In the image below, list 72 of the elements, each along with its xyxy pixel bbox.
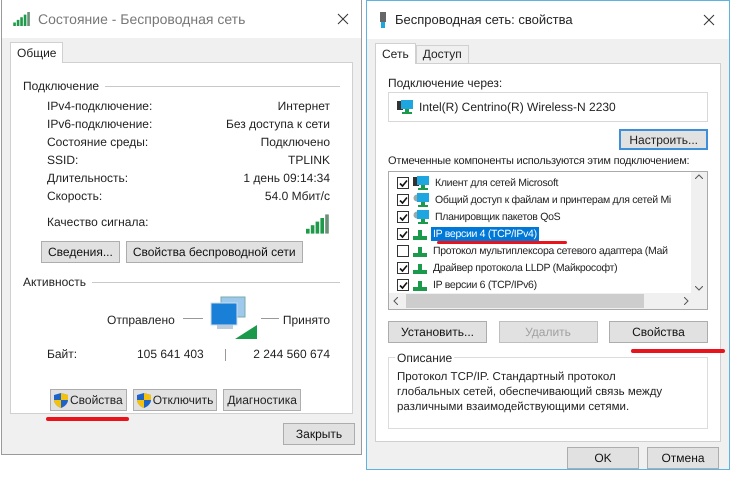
checkbox[interactable] <box>397 211 409 224</box>
field-value: TPLINK <box>288 152 330 169</box>
scroll-thumb[interactable] <box>406 294 644 308</box>
list-item[interactable]: Клиент для сетей Microsoft <box>433 176 560 190</box>
field-label: Состояние среды: <box>47 134 148 151</box>
network-icon <box>413 228 427 240</box>
tab[interactable]: Доступ <box>416 44 469 63</box>
button[interactable]: Свойства <box>50 389 127 411</box>
list-item[interactable]: Общий доступ к файлам и принтерам для сетей Mi <box>433 193 673 208</box>
close-icon[interactable] <box>703 14 715 26</box>
cancel-button[interactable]: Отмена <box>647 447 719 469</box>
button[interactable]: Отключить <box>132 389 218 411</box>
list-item[interactable]: Планировщик пакетов QoS <box>433 210 562 224</box>
field-label: Качество сигнала: <box>47 214 148 231</box>
field-value: Интернет <box>278 98 330 115</box>
field-value: 54.0 Мбит/с <box>264 188 330 205</box>
field-label: IPv6-подключение: <box>47 116 152 133</box>
checkbox[interactable] <box>397 194 409 206</box>
list-item[interactable]: Протокол мультиплексора сетевого адаптера (Май <box>431 244 670 258</box>
list-item[interactable]: IP версии 4 (TCP/IPv4) <box>431 227 539 242</box>
monitor-icon <box>413 176 429 190</box>
window-title: Беспроводная сеть: свойства <box>395 11 573 30</box>
checkbox[interactable] <box>397 245 409 258</box>
shield-icon <box>54 392 68 408</box>
button[interactable]: Диагностика <box>223 389 301 411</box>
network-icon <box>413 245 427 258</box>
bytes-label: Байт: <box>47 346 78 363</box>
button[interactable]: Свойства <box>609 320 708 343</box>
signal-strength-icon <box>306 213 330 235</box>
signal-icon <box>12 12 32 26</box>
field-value: 1 день 09:14:34 <box>243 170 330 187</box>
checkbox[interactable] <box>397 177 409 190</box>
sent-label: Отправлено <box>107 312 175 329</box>
configure-button[interactable]: Настроить... <box>619 128 708 150</box>
checkbox[interactable] <box>397 279 409 292</box>
close-button[interactable]: Закрыть <box>283 423 355 445</box>
button[interactable]: Установить... <box>388 320 487 343</box>
checkbox[interactable] <box>397 262 409 274</box>
list-item[interactable]: IP версии 6 (TCP/IPv6) <box>431 278 539 292</box>
field-label: Длительность: <box>47 170 128 187</box>
tab[interactable]: Сеть <box>375 42 416 64</box>
group-heading: Активность <box>23 274 86 291</box>
bytes-received: 2 244 560 674 <box>253 346 330 363</box>
window-title: Состояние - Беспроводная сеть <box>38 10 246 29</box>
close-icon[interactable] <box>337 13 349 25</box>
button[interactable]: Сведения... <box>41 241 120 263</box>
field-label: Скорость: <box>47 188 102 205</box>
network-icon <box>413 279 427 292</box>
list-item[interactable]: Драйвер протокола LLDP (Майкрософт) <box>431 261 620 276</box>
vertical-scrollbar[interactable] <box>691 172 707 293</box>
monitor-icon <box>397 100 413 114</box>
network-icon <box>413 262 427 274</box>
tab[interactable]: Общие <box>10 42 64 63</box>
description-text: Протокол TCP/IP. Стандартный протокол глобальных сетей, обеспечивающий связь между различными взаимодействующими сетями. <box>397 370 664 415</box>
field-value: Подключено <box>260 134 330 151</box>
monitor-icon <box>413 210 429 224</box>
field-label: IPv4-подключение: <box>47 98 152 115</box>
ok-button[interactable]: OK <box>567 447 639 469</box>
bytes-sent: 105 641 403 <box>137 346 204 363</box>
components-label: Отмеченные компоненты используются этим подключением: <box>388 154 690 169</box>
monitor-icon <box>413 193 429 208</box>
checkbox[interactable] <box>397 228 409 240</box>
field-value: Без доступа к сети <box>226 116 330 133</box>
shield-icon <box>136 392 151 408</box>
group-heading: Подключение <box>23 78 100 95</box>
adapter-field: Intel(R) Centrino(R) Wireless-N 2230 <box>388 92 708 122</box>
button[interactable]: Свойства беспроводной сети <box>126 241 303 263</box>
field-label: SSID: <box>47 152 78 169</box>
connect-via-label: Подключение через: <box>388 74 504 90</box>
received-label: Принято <box>282 312 330 329</box>
adapter-icon <box>379 12 387 28</box>
horizontal-scrollbar[interactable] <box>389 292 707 309</box>
